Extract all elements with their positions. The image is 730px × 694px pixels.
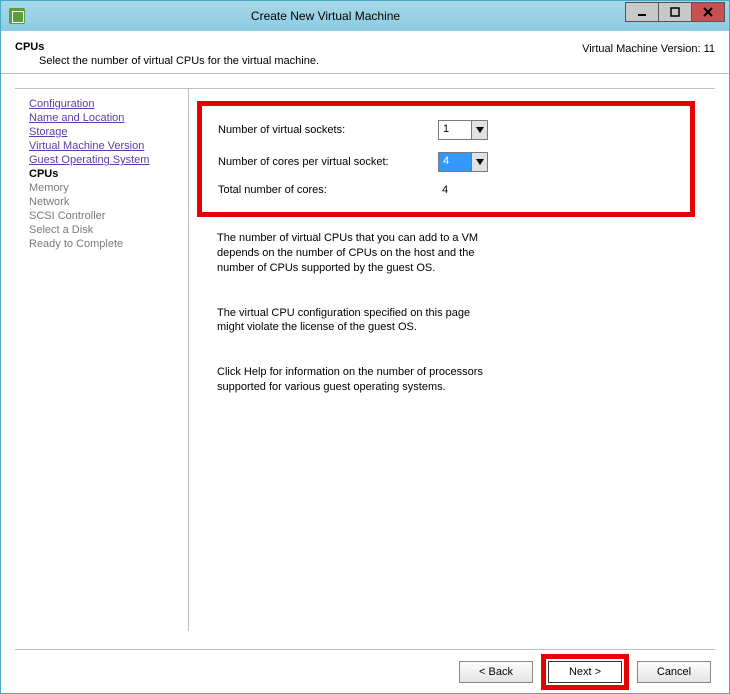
wizard-window: Create New Virtual Machine CPUs Select t… xyxy=(0,0,730,694)
sockets-value: 1 xyxy=(439,121,471,139)
minimize-button[interactable] xyxy=(625,2,659,22)
cores-label: Number of cores per virtual socket: xyxy=(218,156,438,168)
titlebar: Create New Virtual Machine xyxy=(1,1,729,31)
next-button[interactable]: Next > xyxy=(548,661,622,683)
wizard-main: Number of virtual sockets: 1 Number of c… xyxy=(189,88,715,631)
wizard-footer: < Back Next > Cancel xyxy=(15,649,715,693)
sidebar-item-network: Network xyxy=(29,195,188,209)
info-text-3: Click Help for information on the number… xyxy=(217,365,497,395)
cpu-settings-highlight: Number of virtual sockets: 1 Number of c… xyxy=(197,101,695,217)
next-button-highlight: Next > xyxy=(541,654,629,690)
sidebar-item-vm-version[interactable]: Virtual Machine Version xyxy=(29,139,188,153)
sidebar-item-cpus: CPUs xyxy=(29,167,188,181)
vm-version-label: Virtual Machine Version: 11 xyxy=(582,41,715,67)
sidebar-item-guest-os[interactable]: Guest Operating System xyxy=(29,153,188,167)
total-value: 4 xyxy=(438,184,448,196)
wizard-header: CPUs Select the number of virtual CPUs f… xyxy=(1,31,729,74)
sidebar-item-name-location[interactable]: Name and Location xyxy=(29,111,188,125)
wizard-steps-sidebar: Configuration Name and Location Storage … xyxy=(15,88,189,631)
app-icon xyxy=(9,8,25,24)
chevron-down-icon[interactable] xyxy=(471,121,487,139)
info-text-1: The number of virtual CPUs that you can … xyxy=(217,231,497,276)
wizard-body: Configuration Name and Location Storage … xyxy=(1,74,729,631)
sockets-row: Number of virtual sockets: 1 xyxy=(218,114,680,146)
page-subtitle: Select the number of virtual CPUs for th… xyxy=(39,55,582,67)
back-button[interactable]: < Back xyxy=(459,661,533,683)
window-buttons xyxy=(626,2,725,22)
cancel-button[interactable]: Cancel xyxy=(637,661,711,683)
page-title: CPUs xyxy=(15,41,582,53)
cores-row: Number of cores per virtual socket: 4 xyxy=(218,146,680,178)
sidebar-item-configuration[interactable]: Configuration xyxy=(29,97,188,111)
sockets-dropdown[interactable]: 1 xyxy=(438,120,488,140)
sidebar-item-scsi: SCSI Controller xyxy=(29,209,188,223)
sidebar-item-ready: Ready to Complete xyxy=(29,237,188,251)
sidebar-item-select-disk: Select a Disk xyxy=(29,223,188,237)
total-label: Total number of cores: xyxy=(218,184,438,196)
cores-dropdown[interactable]: 4 xyxy=(438,152,488,172)
sidebar-item-storage[interactable]: Storage xyxy=(29,125,188,139)
sockets-label: Number of virtual sockets: xyxy=(218,124,438,136)
sidebar-item-memory: Memory xyxy=(29,181,188,195)
total-row: Total number of cores: 4 xyxy=(218,178,680,202)
info-text-2: The virtual CPU configuration specified … xyxy=(217,306,497,336)
maximize-button[interactable] xyxy=(658,2,692,22)
cores-value: 4 xyxy=(439,153,471,171)
close-button[interactable] xyxy=(691,2,725,22)
window-title: Create New Virtual Machine xyxy=(25,9,626,23)
chevron-down-icon[interactable] xyxy=(471,153,487,171)
